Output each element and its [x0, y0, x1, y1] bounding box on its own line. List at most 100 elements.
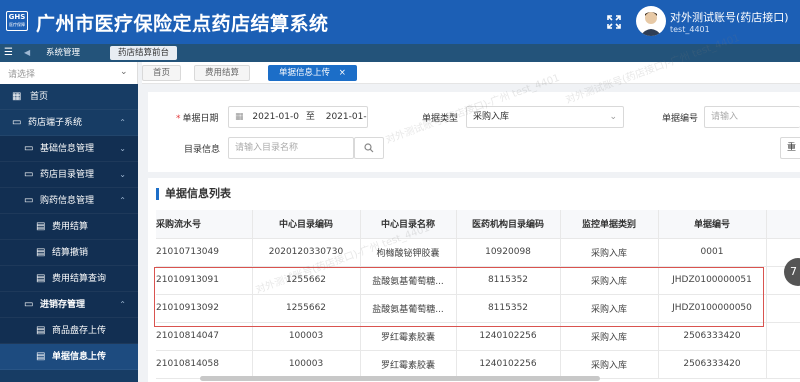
- bill-code-input[interactable]: 请输入: [704, 106, 800, 128]
- table-cell: JHDZ0100000051: [658, 266, 767, 295]
- app-logo: GHS 医疗保障: [6, 11, 28, 31]
- sidebar-select-placeholder: 请选择: [8, 70, 36, 80]
- doc-icon: ▤: [36, 273, 46, 284]
- sidebar-item-pharmacy-system[interactable]: ▭ 药店端子系统 ⌃: [0, 110, 138, 136]
- table-cell: 采购入库: [560, 294, 659, 323]
- table-cell: 2020120330730: [252, 238, 361, 267]
- sidebar-item-bill-upload[interactable]: ▤ 单据信息上传: [0, 344, 138, 370]
- tab-bill-upload-label: 单据信息上传: [279, 68, 331, 78]
- table-header-row: 采购流水号 中心目录编码 中心目录名称 医药机构目录编码 监控单据类别 单据编号: [156, 210, 800, 239]
- table-cell: 21010814058: [156, 350, 253, 379]
- chevron-down-icon: ⌄: [119, 144, 126, 153]
- folder-icon: ▭: [24, 169, 34, 180]
- table-row[interactable]: 21010913091 1255662 盐酸氨基葡萄糖... 8115352 采…: [156, 266, 800, 295]
- reset-button[interactable]: 重: [780, 137, 800, 159]
- folder-icon: ▭: [24, 143, 34, 154]
- table-cell: 2506333420: [658, 322, 767, 351]
- nav-pharmacy-frontdesk[interactable]: 药店结算前台: [110, 46, 178, 60]
- date-separator: 至: [305, 112, 315, 122]
- sidebar-item-purchase-info[interactable]: ▭ 购药信息管理 ⌃: [0, 188, 138, 214]
- table-row[interactable]: 21010814058 100003 罗红霉素胶囊 1240102256 采购入…: [156, 350, 800, 379]
- table-cell: 采购入库: [560, 350, 659, 379]
- column-header[interactable]: 医药机构目录编码: [456, 210, 561, 239]
- date-end: 2021-01-0: [325, 112, 368, 122]
- tab-bar: 首页 费用结算 单据信息上传 ×: [142, 62, 800, 84]
- table-cell: 100003: [252, 350, 361, 379]
- sidebar-item-home[interactable]: ▦ 首页: [0, 84, 138, 110]
- bill-code-label: 单据编号: [662, 114, 699, 124]
- table-cell: 21010713049: [156, 238, 253, 267]
- column-header[interactable]: 单据编号: [658, 210, 767, 239]
- table-cell: 21010913092: [156, 294, 253, 323]
- table-cell: 采购入库: [560, 266, 659, 295]
- chevron-up-icon: ⌃: [119, 300, 126, 309]
- tab-fee-settlement[interactable]: 费用结算: [194, 65, 251, 81]
- table-cell: JHDZ0100000050: [658, 294, 767, 323]
- table-cell: 1240102256: [456, 322, 561, 351]
- table-cell-extra: [766, 350, 800, 379]
- table-row[interactable]: 21010814047 100003 罗红霉素胶囊 1240102256 采购入…: [156, 322, 800, 351]
- chevron-left-icon[interactable]: ◀: [24, 47, 30, 59]
- doc-icon: ▤: [36, 325, 46, 336]
- catalog-input[interactable]: 请输入目录名称: [228, 137, 354, 159]
- tab-bill-upload[interactable]: 单据信息上传 ×: [268, 65, 357, 81]
- date-start: 2021-01-0: [252, 112, 299, 122]
- column-header[interactable]: 采购流水号: [156, 210, 253, 239]
- doc-icon: ▤: [36, 221, 46, 232]
- column-header[interactable]: 中心目录名称: [360, 210, 457, 239]
- main-content: 首页 费用结算 单据信息上传 × * 单据日期 ▦ 2021-01-0 至 202…: [142, 62, 800, 382]
- menu-toggle-icon[interactable]: ☰: [4, 47, 13, 59]
- list-title: 单据信息列表: [156, 188, 231, 200]
- table-cell: 采购入库: [560, 238, 659, 267]
- table-cell: 100003: [252, 322, 361, 351]
- search-icon: [364, 143, 374, 153]
- doc-icon: ▤: [36, 351, 46, 362]
- tab-home[interactable]: 首页: [142, 65, 182, 81]
- nav-bar: ☰ ◀ 系统管理 药店结算前台: [0, 44, 800, 62]
- table-row[interactable]: 21010713049 2020120330730 枸橼酸铋钾胶囊 109200…: [156, 238, 800, 267]
- calendar-icon: ▦: [235, 112, 244, 122]
- table-cell-extra: [766, 294, 800, 323]
- date-label: * 单据日期: [176, 114, 219, 124]
- nav-system-management[interactable]: 系统管理: [46, 47, 80, 59]
- sidebar-item-settlement-query[interactable]: ▤ 费用结算查询: [0, 266, 138, 292]
- bill-type-value: 采购入库: [473, 112, 510, 122]
- user-id: test_4401: [670, 25, 710, 34]
- date-range-input[interactable]: ▦ 2021-01-0 至 2021-01-0: [228, 106, 368, 128]
- table-cell: 8115352: [456, 294, 561, 323]
- close-icon[interactable]: ×: [339, 68, 346, 78]
- sidebar-item-fee-settlement[interactable]: ▤ 费用结算: [0, 214, 138, 240]
- sidebar-item-stock-upload[interactable]: ▤ 商品盘存上传: [0, 318, 138, 344]
- bill-type-select[interactable]: 采购入库 ⌄: [466, 106, 624, 128]
- fullscreen-icon[interactable]: [606, 14, 622, 30]
- sidebar-item-settlement-cancel[interactable]: ▤ 结算撤销: [0, 240, 138, 266]
- chevron-down-icon: ⌄: [119, 170, 126, 179]
- table-cell: 10920098: [456, 238, 561, 267]
- user-name[interactable]: 对外测试账号(药店接口): [670, 9, 789, 25]
- table-cell: 0001: [658, 238, 767, 267]
- chevron-up-icon: ⌃: [119, 118, 126, 127]
- bill-table: 采购流水号 中心目录编码 中心目录名称 医药机构目录编码 监控单据类别 单据编号…: [156, 210, 800, 379]
- table-cell: 盐酸氨基葡萄糖...: [360, 266, 457, 295]
- sidebar-select[interactable]: 请选择 ⌄: [0, 62, 138, 84]
- search-form: * 单据日期 ▦ 2021-01-0 至 2021-01-0 单据类型 采购入库 …: [148, 92, 800, 172]
- app-title: 广州市医疗保险定点药店结算系统: [36, 13, 329, 35]
- sidebar-item-inventory[interactable]: ▭ 进销存管理 ⌃: [0, 292, 138, 318]
- horizontal-scrollbar[interactable]: [200, 376, 600, 381]
- column-header[interactable]: 监控单据类别: [560, 210, 659, 239]
- table-cell: 8115352: [456, 266, 561, 295]
- avatar[interactable]: [636, 6, 666, 36]
- table-cell: 1255662: [252, 266, 361, 295]
- column-header[interactable]: 中心目录编码: [252, 210, 361, 239]
- search-button[interactable]: [354, 137, 384, 159]
- table-cell: 21010814047: [156, 322, 253, 351]
- bill-type-label: 单据类型: [422, 114, 459, 124]
- folder-icon: ▭: [24, 299, 34, 310]
- table-row[interactable]: 21010913092 1255662 盐酸氨基葡萄糖... 8115352 采…: [156, 294, 800, 323]
- table-cell: 罗红霉素胶囊: [360, 322, 457, 351]
- sidebar-item-basic-info[interactable]: ▭ 基础信息管理 ⌄: [0, 136, 138, 162]
- bill-list-panel: 单据信息列表 采购流水号 中心目录编码 中心目录名称 医药机构目录编码 监控单据…: [148, 178, 800, 382]
- chevron-down-icon: ⌄: [120, 67, 128, 77]
- table-cell: 1240102256: [456, 350, 561, 379]
- sidebar-item-catalog[interactable]: ▭ 药店目录管理 ⌄: [0, 162, 138, 188]
